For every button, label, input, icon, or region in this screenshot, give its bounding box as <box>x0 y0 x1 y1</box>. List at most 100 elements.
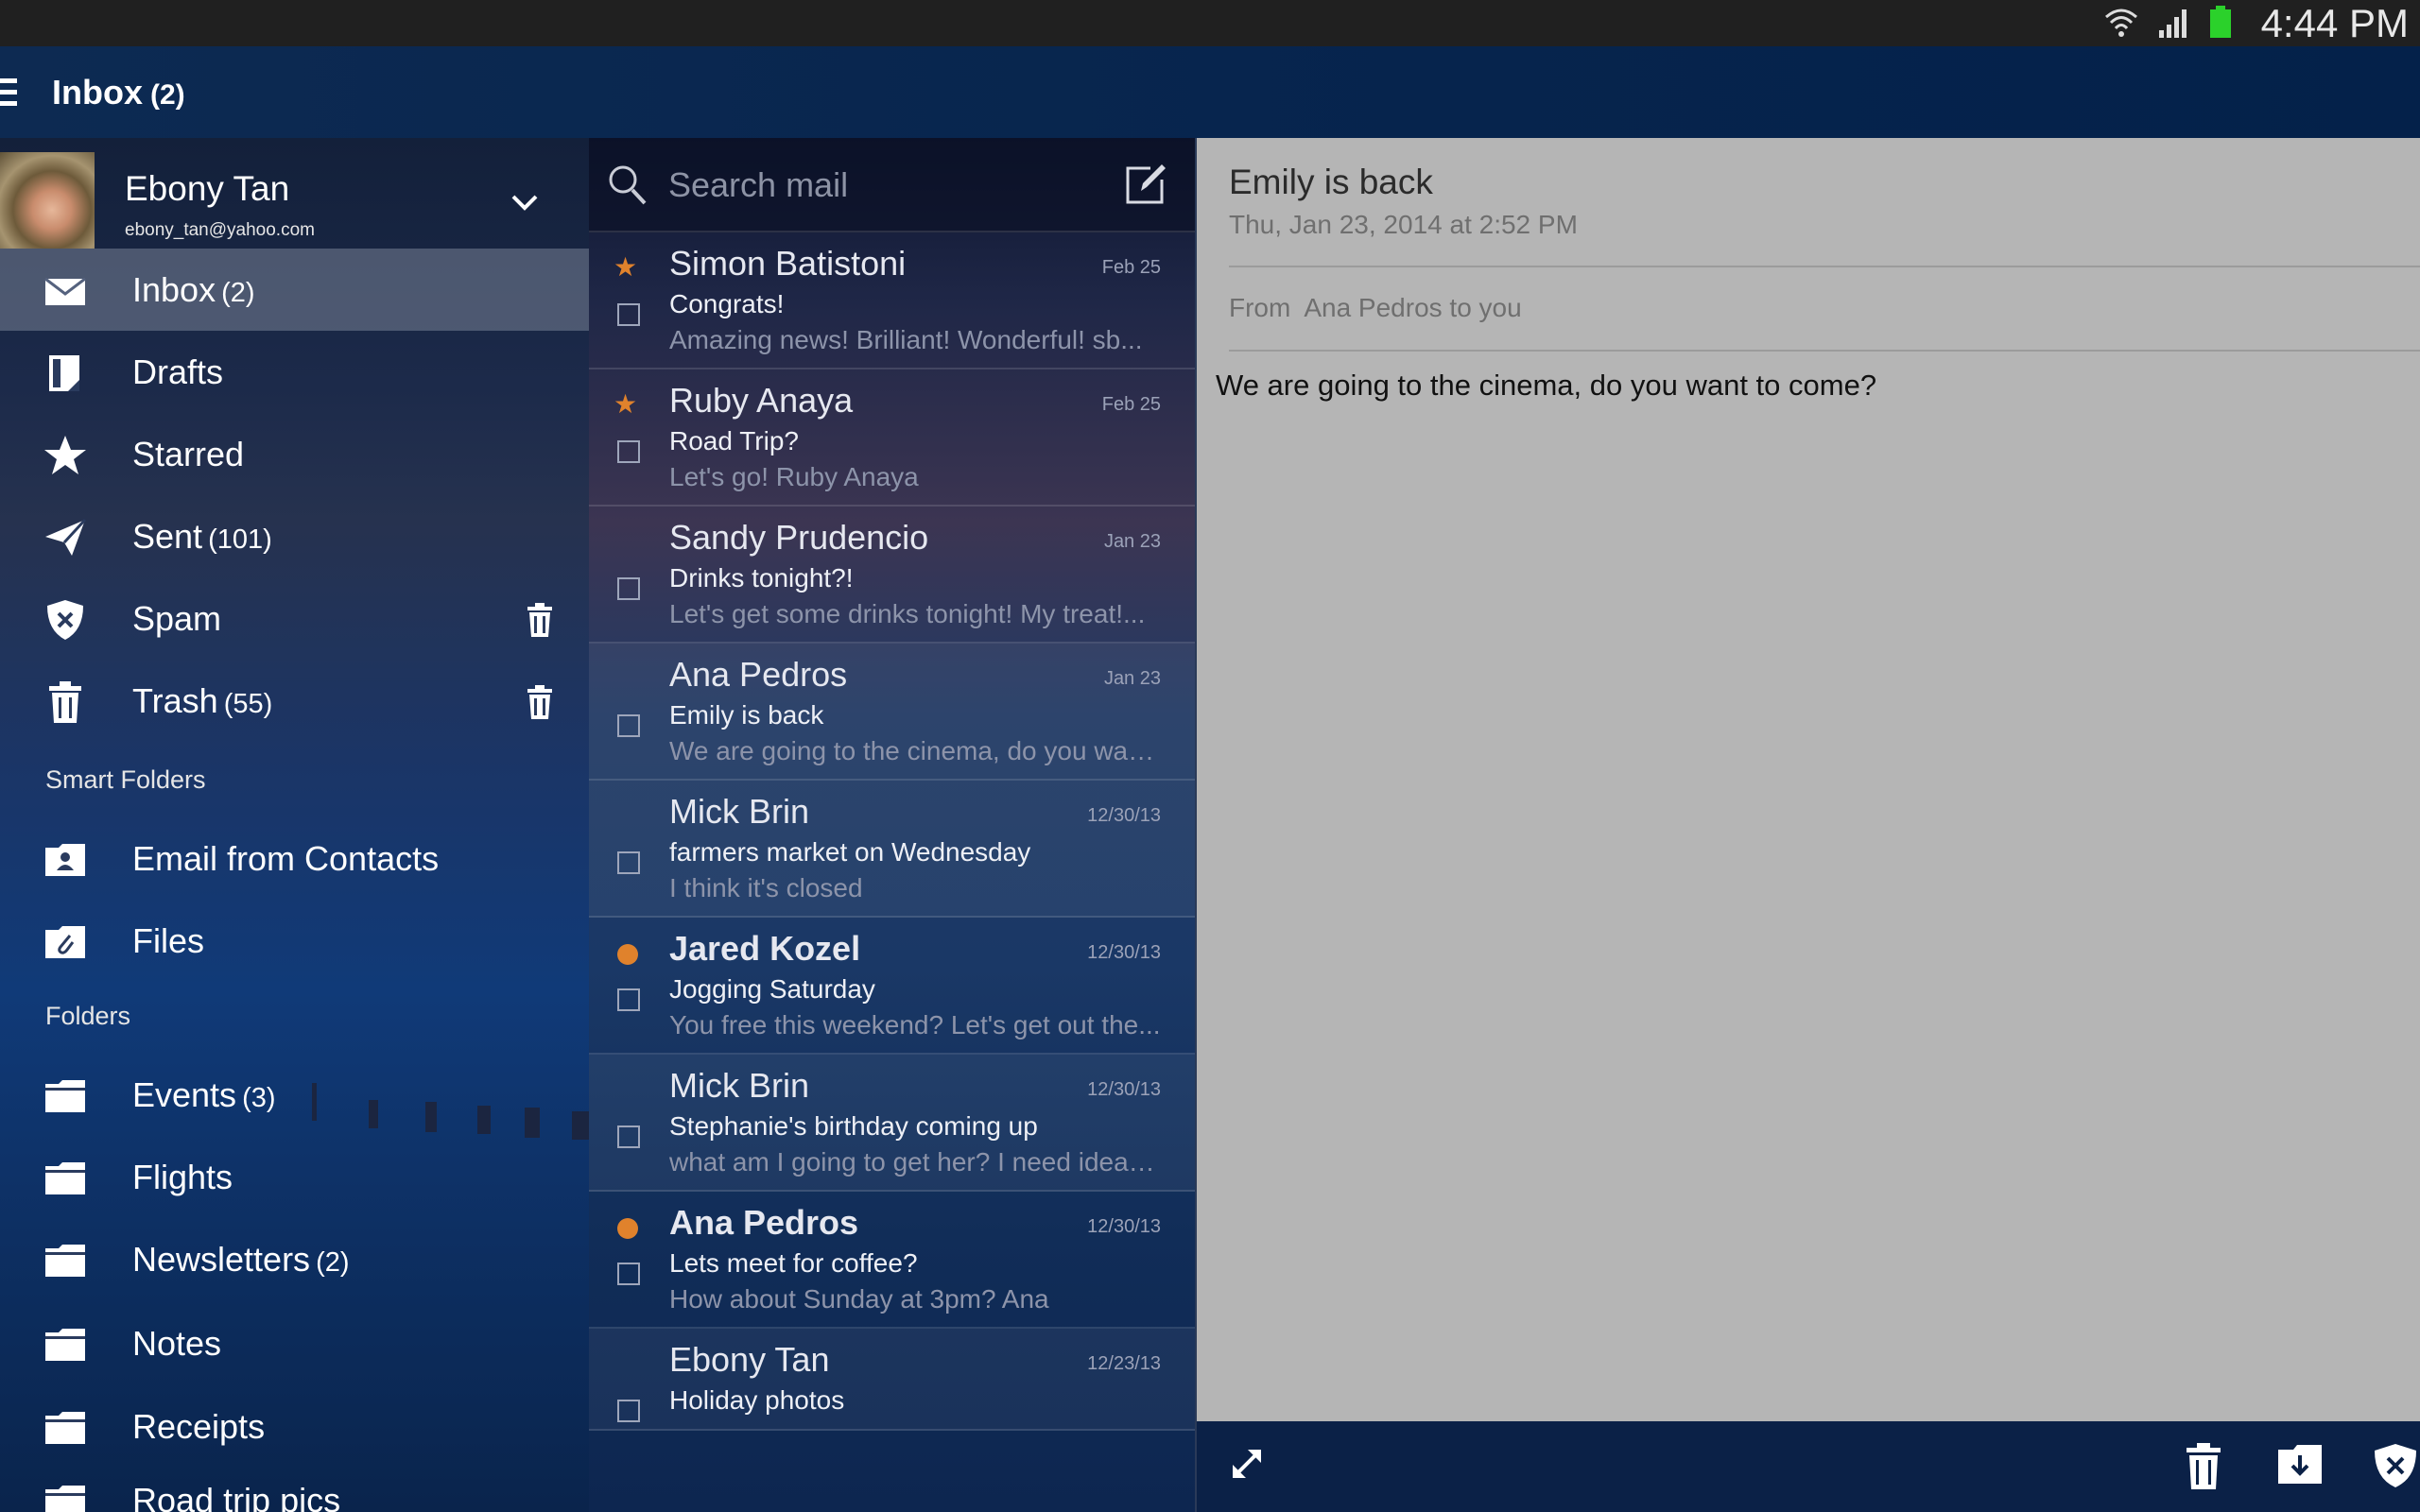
select-checkbox[interactable] <box>617 577 640 600</box>
list-item[interactable]: Ana Pedros 12/30/13 Lets meet for coffee… <box>589 1192 1195 1329</box>
message-date: 12/30/13 <box>1087 1216 1161 1237</box>
select-checkbox[interactable] <box>617 988 640 1011</box>
list-item[interactable]: Ana Pedros Jan 23 Emily is back We are g… <box>589 644 1195 781</box>
sidebar-item-events[interactable]: Events (3) <box>0 1054 589 1136</box>
message-subject: Congrats! <box>669 289 785 318</box>
wifi-icon <box>2102 4 2140 45</box>
spam-shield-icon[interactable] <box>2373 1442 2418 1493</box>
message-preview: what am I going to get her? I need ideas… <box>669 1147 1161 1177</box>
account-name: Ebony Tan <box>125 169 290 208</box>
trash-icon <box>43 680 87 724</box>
status-time: 4:44 PM <box>2260 1 2409 45</box>
sidebar-item-trash[interactable]: Trash (55) <box>0 660 589 742</box>
message-preview: We are going to the cinema, do you wan..… <box>669 736 1161 765</box>
search-bar[interactable]: Search mail <box>589 138 1195 232</box>
compose-icon[interactable] <box>1124 163 1167 210</box>
envelope-icon <box>43 269 87 313</box>
shield-icon <box>43 598 87 642</box>
expand-icon[interactable] <box>1225 1442 1269 1489</box>
attachment-folder-icon <box>43 920 87 964</box>
sidebar-item-label: Road trip pics <box>132 1481 341 1512</box>
menu-icon[interactable] <box>0 78 21 111</box>
message-date: 12/30/13 <box>1087 1079 1161 1100</box>
sidebar-item-sent[interactable]: Sent (101) <box>0 495 589 577</box>
list-item[interactable]: Sandy Prudencio Jan 23 Drinks tonight?! … <box>589 507 1195 644</box>
sidebar-item-receipts[interactable]: Receipts <box>0 1385 589 1468</box>
message-subject: farmers market on Wednesday <box>669 837 1031 867</box>
message-subject: Lets meet for coffee? <box>669 1248 918 1278</box>
list-item[interactable]: Mick Brin 12/30/13 farmers market on Wed… <box>589 781 1195 918</box>
message-subject: Drinks tonight?! <box>669 563 854 593</box>
email-date: Thu, Jan 23, 2014 at 2:52 PM <box>1229 210 1578 239</box>
account-switcher[interactable]: Ebony Tan ebony_tan@yahoo.com <box>0 152 589 249</box>
list-item[interactable]: Jared Kozel 12/30/13 Jogging Saturday Yo… <box>589 918 1195 1055</box>
list-item[interactable]: ★ Ruby Anaya Feb 25 Road Trip? Let's go!… <box>589 369 1195 507</box>
unread-indicator-icon <box>617 944 638 965</box>
message-preview: Let's get some drinks tonight! My treat!… <box>669 599 1146 628</box>
star-icon <box>43 434 87 477</box>
message-preview: How about Sunday at 3pm? Ana <box>669 1284 1049 1314</box>
select-checkbox[interactable] <box>617 1125 640 1148</box>
star-icon[interactable]: ★ <box>614 388 637 420</box>
message-subject: Road Trip? <box>669 426 799 455</box>
sidebar-item-starred[interactable]: Starred <box>0 413 589 495</box>
move-to-folder-icon[interactable] <box>2276 1442 2324 1489</box>
message-date: Jan 23 <box>1103 668 1161 689</box>
empty-trash-icon[interactable] <box>526 685 554 723</box>
list-item[interactable]: Mick Brin 12/30/13 Stephanie's birthday … <box>589 1055 1195 1192</box>
select-checkbox[interactable] <box>617 303 640 326</box>
folder-icon <box>43 1480 87 1512</box>
folder-icon <box>43 1239 87 1282</box>
sidebar-item-label: Sent (101) <box>132 517 272 556</box>
message-subject: Holiday photos <box>669 1385 845 1415</box>
message-date: 12/30/13 <box>1087 942 1161 963</box>
list-item[interactable]: Ebony Tan 12/23/13 Holiday photos <box>589 1329 1195 1431</box>
folder-icon <box>43 1406 87 1450</box>
sidebar-item-inbox[interactable]: Inbox (2) <box>0 249 589 331</box>
message-sender: Mick Brin <box>669 792 810 831</box>
sidebar-item-label: Receipts <box>132 1407 266 1446</box>
sidebar-item-road-trip-pics[interactable]: Road trip pics <box>0 1459 589 1512</box>
message-date: Jan 23 <box>1103 531 1161 552</box>
status-bar: 4:44 PM <box>0 0 2420 46</box>
message-preview: You free this weekend? Let's get out the… <box>669 1010 1161 1040</box>
select-checkbox[interactable] <box>617 440 640 463</box>
folder-icon <box>43 1323 87 1366</box>
chevron-down-icon[interactable] <box>510 194 539 216</box>
message-sender: Ana Pedros <box>669 1203 859 1242</box>
sidebar-item-label: Files <box>132 921 205 960</box>
page-title-count: (2) <box>150 79 185 111</box>
drafts-icon <box>43 352 87 395</box>
email-from: From Ana Pedros to you <box>1229 293 1522 323</box>
empty-spam-trash-icon[interactable] <box>526 603 554 641</box>
select-checkbox[interactable] <box>617 1400 640 1422</box>
star-icon[interactable]: ★ <box>614 251 637 283</box>
sidebar-item-email-from-contacts[interactable]: Email from Contacts <box>0 817 589 900</box>
search-input[interactable]: Search mail <box>668 138 848 232</box>
message-date: Feb 25 <box>1101 257 1161 278</box>
sidebar-item-newsletters[interactable]: Newsletters (2) <box>0 1218 589 1300</box>
select-checkbox[interactable] <box>617 851 640 874</box>
divider <box>1229 350 2420 352</box>
message-subject: Emily is back <box>669 700 824 730</box>
app-bar: Inbox (2) <box>0 46 2420 138</box>
select-checkbox[interactable] <box>617 1263 640 1285</box>
delete-icon[interactable] <box>2184 1442 2223 1493</box>
message-sender: Sandy Prudencio <box>669 518 929 557</box>
reader-toolbar <box>1195 1421 2420 1512</box>
signal-icon <box>2157 4 2191 45</box>
sidebar-item-notes[interactable]: Notes <box>0 1302 589 1384</box>
message-sender: Jared Kozel <box>669 929 861 968</box>
list-item[interactable]: ★ Simon Batistoni Feb 25 Congrats! Amazi… <box>589 232 1195 369</box>
sidebar-item-label: Inbox (2) <box>132 270 255 309</box>
sidebar-item-spam[interactable]: Spam <box>0 577 589 660</box>
sidebar-item-drafts[interactable]: Drafts <box>0 331 589 413</box>
message-preview: Let's go! Ruby Anaya <box>669 462 919 491</box>
sidebar-item-label: Flights <box>132 1158 233 1196</box>
select-checkbox[interactable] <box>617 714 640 737</box>
sidebar-item-files[interactable]: Files <box>0 900 589 982</box>
sidebar-item-flights[interactable]: Flights <box>0 1136 589 1218</box>
smart-folders-header: Smart Folders <box>45 765 206 794</box>
folder-icon <box>43 1074 87 1118</box>
reading-pane: Emily is back Thu, Jan 23, 2014 at 2:52 … <box>1195 138 2420 1421</box>
